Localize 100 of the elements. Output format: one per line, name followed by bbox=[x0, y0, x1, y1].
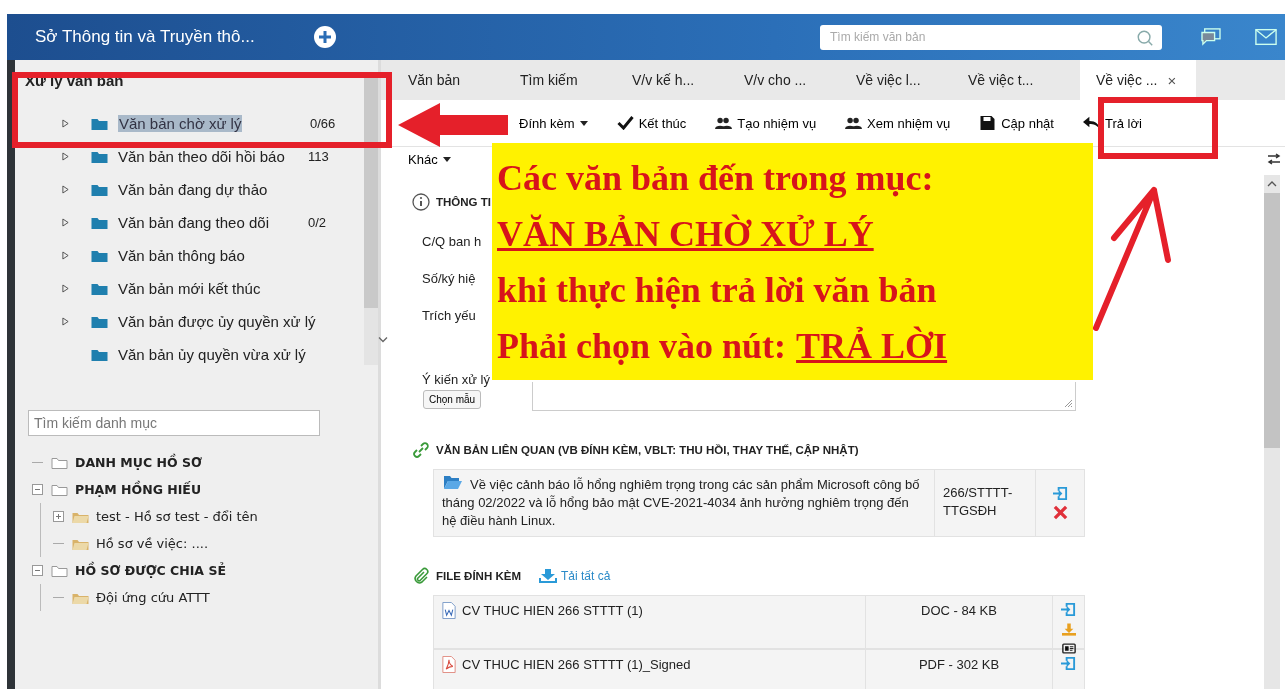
note-text: VĂN BẢN CHỜ XỬ LÝ bbox=[497, 212, 874, 256]
section-title: THÔNG TI bbox=[436, 196, 491, 208]
caret-icon bbox=[442, 156, 451, 162]
tab[interactable]: Về việc ... × bbox=[1080, 60, 1196, 100]
scroll-up-icon[interactable] bbox=[1267, 181, 1277, 187]
swap-icon[interactable] bbox=[1267, 153, 1281, 165]
people-icon bbox=[845, 116, 863, 130]
toolbar-button[interactable]: Đính kèm bbox=[519, 115, 588, 131]
item-count: 0/2 bbox=[308, 215, 328, 230]
folder-icon bbox=[91, 282, 108, 295]
expand-icon[interactable] bbox=[62, 251, 69, 260]
save-icon bbox=[979, 116, 997, 130]
scrollbar[interactable] bbox=[1264, 175, 1280, 689]
expand-icon[interactable] bbox=[53, 511, 64, 522]
field-label: Trích yếu bbox=[422, 307, 476, 325]
folder-icon bbox=[91, 216, 108, 229]
note-text: TRẢ LỜI bbox=[796, 324, 948, 368]
sidebar-item[interactable]: Văn bản mới kết thúc bbox=[25, 272, 364, 305]
sidebar-item[interactable]: Văn bản chờ xử lý 0/66 bbox=[25, 107, 364, 140]
folder-icon bbox=[444, 476, 462, 489]
import-icon[interactable] bbox=[1061, 602, 1076, 617]
sidebar-item[interactable]: Văn bản theo dõi hồi báo 113 bbox=[25, 140, 364, 173]
scroll-down-icon[interactable] bbox=[378, 336, 388, 343]
toolbar-button[interactable]: Kết thúc bbox=[616, 115, 687, 131]
search-field[interactable]: Tìm kiếm danh mục bbox=[28, 410, 320, 436]
scrollbar[interactable] bbox=[364, 78, 378, 365]
sidebar-item[interactable]: Văn bản được ủy quyền xử lý bbox=[25, 305, 364, 338]
expand-icon[interactable] bbox=[62, 119, 69, 128]
sidebar-item[interactable]: Văn bản ủy quyền vừa xử lý bbox=[25, 338, 364, 371]
download-icon bbox=[539, 569, 557, 583]
tab[interactable]: Về việc t... bbox=[968, 60, 1080, 100]
toolbar-button[interactable]: Xem nhiệm vụ bbox=[845, 115, 951, 131]
tree-item[interactable]: DANH MỤC HỒ SƠ bbox=[75, 455, 202, 470]
table-cell: CV THUC HIEN 266 STTTT (1) bbox=[434, 596, 867, 648]
sidebar-item[interactable]: Văn bản đang dự thảo bbox=[25, 173, 364, 206]
section-title: VĂN BẢN LIÊN QUAN (VB ĐÍNH KÈM, VBLT: THU HỒI, THAY THẾ, CẬP NHẬT) bbox=[436, 444, 859, 456]
sidebar-item[interactable]: Văn bản đang theo dõi 0/2 bbox=[25, 206, 364, 239]
item-count: 113 bbox=[308, 149, 330, 164]
tree-item[interactable]: Hồ sơ về việc: .... bbox=[96, 536, 209, 551]
people-icon bbox=[715, 116, 733, 130]
link-icon bbox=[412, 441, 430, 459]
folder-icon bbox=[91, 315, 108, 328]
folder-icon bbox=[51, 564, 68, 577]
expand-icon[interactable] bbox=[62, 152, 69, 161]
field-label: Ý kiến xử lý bbox=[422, 372, 491, 387]
delete-icon[interactable] bbox=[1052, 505, 1068, 520]
tab[interactable]: Văn bản bbox=[408, 60, 520, 100]
collapse-icon[interactable] bbox=[32, 565, 43, 576]
more-dropdown[interactable]: Khác bbox=[408, 151, 451, 167]
folder-icon bbox=[72, 510, 89, 523]
download-all-link[interactable]: Tải tất cả bbox=[539, 569, 611, 583]
tree-item[interactable]: HỒ SƠ ĐƯỢC CHIA SẺ bbox=[75, 563, 226, 578]
collapse-icon[interactable] bbox=[32, 484, 43, 495]
close-icon[interactable]: × bbox=[1167, 71, 1177, 89]
search-field[interactable]: Tìm kiếm văn bản bbox=[820, 24, 1162, 50]
resize-grip-icon[interactable] bbox=[1063, 398, 1073, 408]
tab[interactable]: Tìm kiếm bbox=[520, 60, 632, 100]
folder-icon bbox=[91, 183, 108, 196]
info-icon bbox=[412, 193, 430, 211]
table-cell: DOC - 84 KB bbox=[866, 596, 1053, 648]
folder-icon bbox=[91, 348, 108, 361]
note-text: Các văn bản đến trong mục: bbox=[497, 156, 934, 200]
folder-icon bbox=[51, 483, 68, 496]
tree-item[interactable]: Đội ứng cứu ATTT bbox=[96, 590, 210, 605]
reply-icon bbox=[1082, 116, 1100, 130]
import-icon[interactable] bbox=[1052, 486, 1068, 501]
template-button[interactable]: Chọn mẫu bbox=[423, 390, 482, 409]
tab[interactable]: Về việc l... bbox=[856, 60, 968, 100]
expand-icon[interactable] bbox=[62, 185, 69, 194]
document-icon bbox=[442, 602, 456, 619]
field-label: Số/ký hiệ bbox=[422, 270, 476, 288]
sidebar-item[interactable]: Văn bản thông báo bbox=[25, 239, 364, 272]
tab[interactable]: V/v kế h... bbox=[632, 60, 744, 100]
pdf-icon bbox=[442, 656, 456, 673]
section-title: FILE ĐÍNH KÈM bbox=[436, 570, 521, 582]
table-cell: CV THUC HIEN 266 STTTT (1)_Signed bbox=[434, 650, 867, 689]
folder-icon bbox=[51, 456, 68, 469]
toolbar-button[interactable]: Tạo nhiệm vụ bbox=[715, 115, 817, 131]
check-icon bbox=[616, 116, 634, 130]
tab[interactable]: V/v cho ... bbox=[744, 60, 856, 100]
table-cell: Về việc cảnh báo lỗ hổng nghiêm trọng trong các sản phẩm Microsoft công bố tháng 02/2022 và lỗ hổng bảo mật CVE-2021-4034 ảnh hưởng nghiêm trọng đến hệ điều hành Linux. bbox=[434, 470, 935, 536]
toolbar-button[interactable]: Trả lời bbox=[1082, 115, 1142, 131]
tree-item[interactable]: test - Hồ sơ test - đổi tên bbox=[96, 509, 258, 524]
caret-icon bbox=[579, 120, 588, 126]
toolbar-button[interactable]: Cập nhật bbox=[979, 115, 1054, 131]
expand-icon[interactable] bbox=[62, 218, 69, 227]
mail-icon[interactable] bbox=[1255, 28, 1277, 46]
table-cell: 266/STTTT-TTGSĐH bbox=[935, 470, 1036, 536]
add-icon[interactable] bbox=[313, 25, 337, 49]
expand-icon[interactable] bbox=[62, 317, 69, 326]
folder-icon bbox=[91, 117, 108, 130]
search-icon[interactable] bbox=[1136, 28, 1154, 47]
card-icon[interactable] bbox=[1061, 642, 1076, 655]
app-title: Sở Thông tin và Truyền thô... bbox=[35, 27, 256, 47]
expand-icon[interactable] bbox=[62, 284, 69, 293]
folder-icon bbox=[72, 591, 89, 604]
chat-icon[interactable] bbox=[1200, 28, 1222, 46]
table-cell: PDF - 302 KB bbox=[866, 650, 1053, 689]
tree-item[interactable]: PHẠM HỒNG HIẾU bbox=[75, 482, 202, 497]
note-text: khi thực hiện trả lời văn bản bbox=[497, 268, 937, 312]
